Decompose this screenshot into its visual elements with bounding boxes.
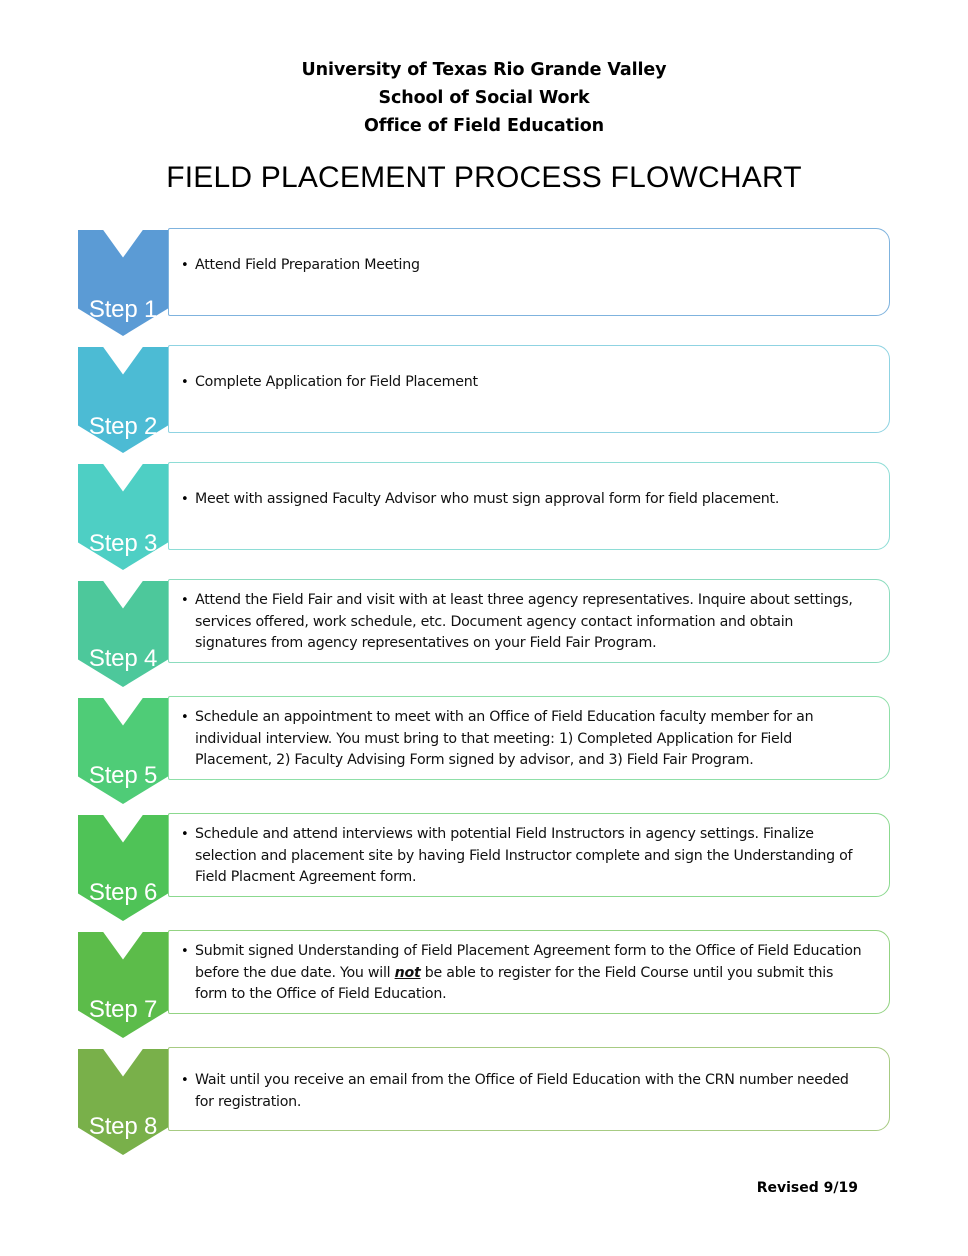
page-title: FIELD PLACEMENT PROCESS FLOWCHART (166, 161, 802, 194)
flow-step: Attend the Field Fair and visit with at … (0, 579, 968, 687)
step-description-box: Meet with assigned Faculty Advisor who m… (168, 462, 890, 550)
flow-step: Schedule and attend interviews with pote… (0, 813, 968, 921)
header-line-office: Office of Field Education (363, 116, 605, 136)
step-bullet-item: Wait until you receive an email from the… (181, 1070, 867, 1113)
flow-step: Attend Field Preparation Meeting Step 1 (0, 228, 968, 336)
flow-step: Complete Application for Field Placement… (0, 345, 968, 453)
step-bullet-list: Meet with assigned Faculty Advisor who m… (181, 489, 867, 511)
step-description-box: Attend Field Preparation Meeting (168, 228, 890, 316)
step-label: Step 6 (88, 879, 158, 906)
step-bullet-list: Attend Field Preparation Meeting (181, 255, 867, 277)
step-bullet-list: Submit signed Understanding of Field Pla… (181, 941, 867, 1006)
step-label: Step 3 (88, 530, 158, 557)
step-bullet-item: Submit signed Understanding of Field Pla… (181, 941, 867, 1006)
step-description-box: Schedule an appointment to meet with an … (168, 696, 890, 780)
header-line-university: University of Texas Rio Grande Valley (301, 60, 667, 80)
flow-step: Meet with assigned Faculty Advisor who m… (0, 462, 968, 570)
step-label: Step 8 (88, 1113, 158, 1140)
flow-step: Wait until you receive an email from the… (0, 1047, 968, 1155)
step-bullet-item: Meet with assigned Faculty Advisor who m… (181, 489, 867, 511)
step-description-box: Schedule and attend interviews with pote… (168, 813, 890, 897)
step-bullet-list: Complete Application for Field Placement (181, 372, 867, 394)
step-label: Step 4 (88, 645, 158, 672)
step-description-box: Attend the Field Fair and visit with at … (168, 579, 890, 663)
step-description-box: Submit signed Understanding of Field Pla… (168, 930, 890, 1014)
document-header: University of Texas Rio Grande Valley Sc… (0, 56, 968, 140)
step-bullet-list: Schedule an appointment to meet with an … (181, 707, 867, 772)
step-label: Step 2 (88, 413, 158, 440)
step-bullet-list: Schedule and attend interviews with pote… (181, 824, 867, 889)
flowchart: Attend Field Preparation Meeting Step 1 Co… (0, 228, 968, 1155)
step-label: Step 1 (88, 296, 158, 323)
step-bullet-item: Attend the Field Fair and visit with at … (181, 590, 867, 655)
step-bullet-list: Wait until you receive an email from the… (181, 1070, 867, 1113)
emphasis-text: not (394, 964, 421, 981)
step-bullet-item: Complete Application for Field Placement (181, 372, 867, 394)
step-bullet-item: Schedule an appointment to meet with an … (181, 707, 867, 772)
step-bullet-item: Schedule and attend interviews with pote… (181, 824, 867, 889)
step-description-box: Wait until you receive an email from the… (168, 1047, 890, 1131)
step-bullet-item: Attend Field Preparation Meeting (181, 255, 867, 277)
header-line-school: School of Social Work (378, 88, 590, 108)
step-label: Step 7 (88, 996, 158, 1023)
step-description-box: Complete Application for Field Placement (168, 345, 890, 433)
step-bullet-list: Attend the Field Fair and visit with at … (181, 590, 867, 655)
flow-step: Submit signed Understanding of Field Pla… (0, 930, 968, 1038)
flow-step: Schedule an appointment to meet with an … (0, 696, 968, 804)
step-label: Step 5 (88, 762, 158, 789)
revision-note: Revised 9/19 (756, 1180, 858, 1196)
